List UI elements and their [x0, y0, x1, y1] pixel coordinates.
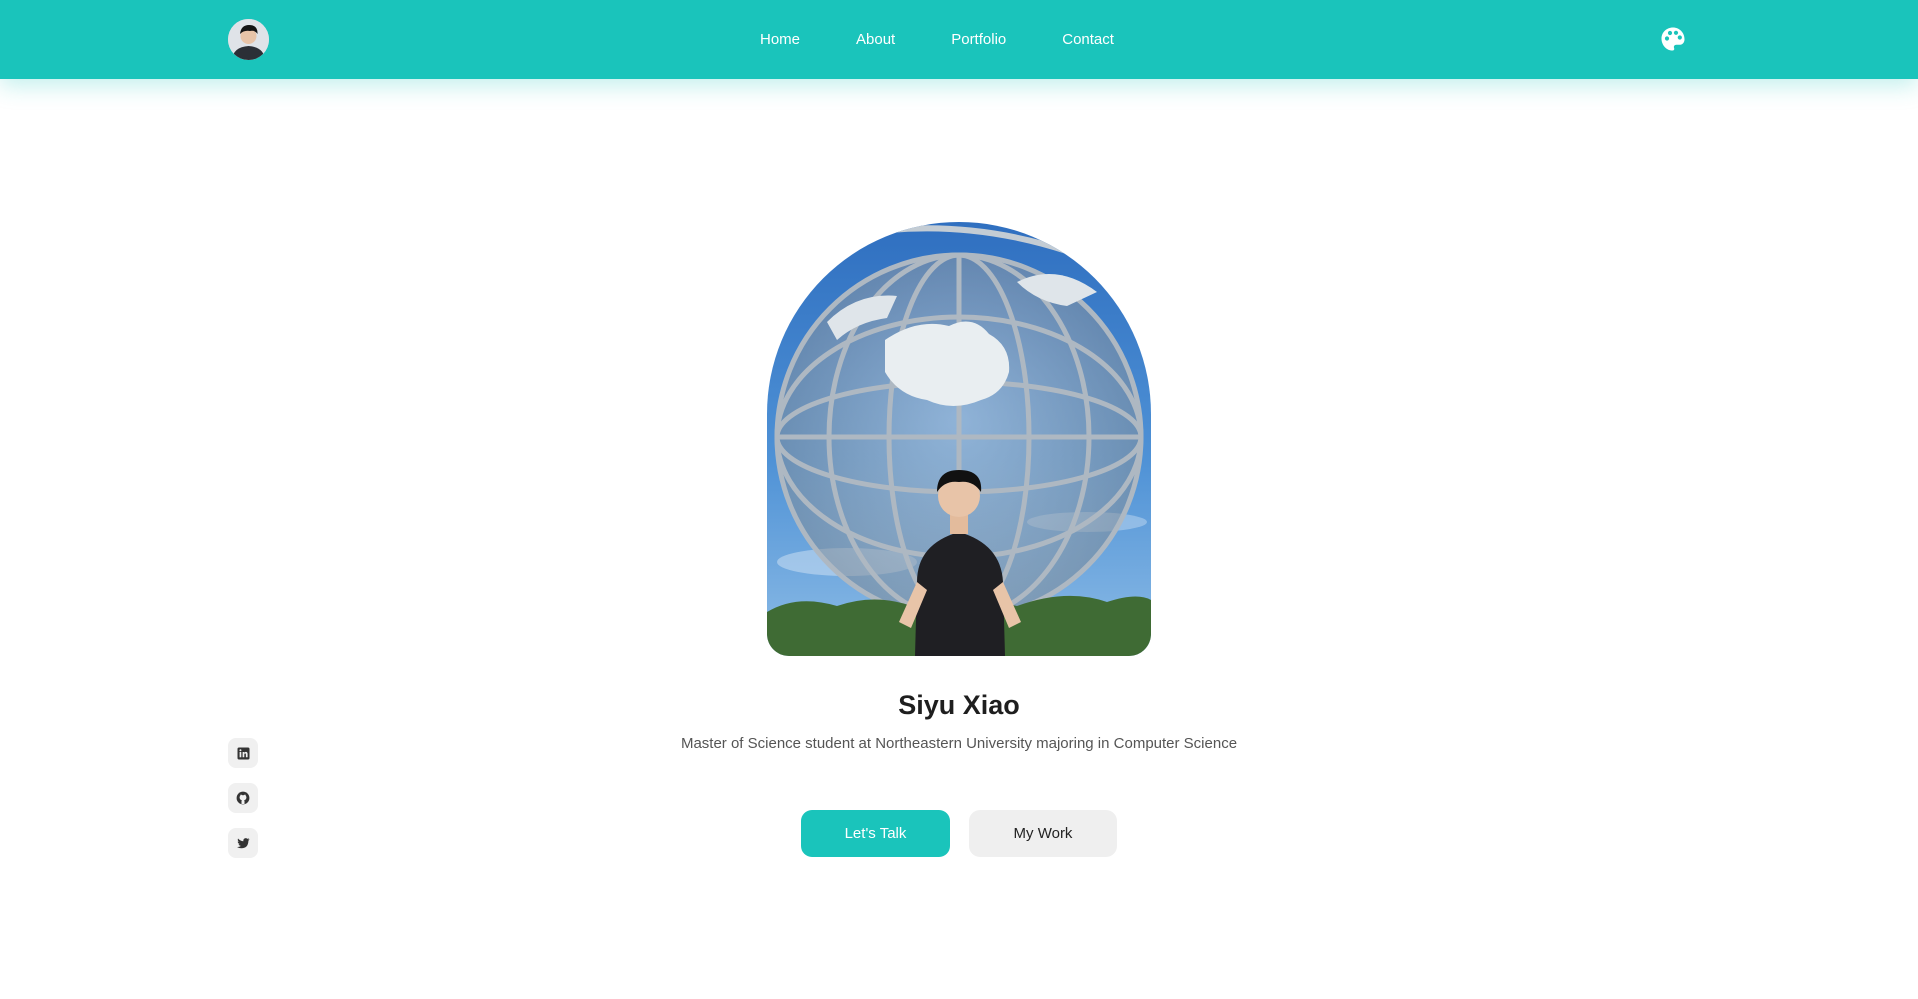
twitter-icon[interactable]	[228, 828, 258, 858]
nav-about-link[interactable]: About	[856, 31, 895, 48]
github-icon[interactable]	[228, 783, 258, 813]
hero-photo	[767, 222, 1151, 656]
nav-home-link[interactable]: Home	[760, 31, 800, 48]
hero-name: Siyu Xiao	[898, 690, 1020, 720]
profile-avatar[interactable]	[228, 19, 269, 60]
linkedin-icon[interactable]	[228, 738, 258, 768]
top-navbar: Home About Portfolio Contact	[0, 0, 1918, 79]
hero-description: Master of Science student at Northeaster…	[680, 735, 1238, 752]
palette-icon[interactable]	[1660, 26, 1686, 52]
nav-contact-link[interactable]: Contact	[1062, 31, 1114, 48]
main-navigation: Home About Portfolio Contact	[760, 0, 1114, 79]
lets-talk-button[interactable]: Let's Talk	[801, 810, 950, 857]
nav-portfolio-link[interactable]: Portfolio	[951, 31, 1006, 48]
my-work-button[interactable]: My Work	[969, 810, 1117, 857]
